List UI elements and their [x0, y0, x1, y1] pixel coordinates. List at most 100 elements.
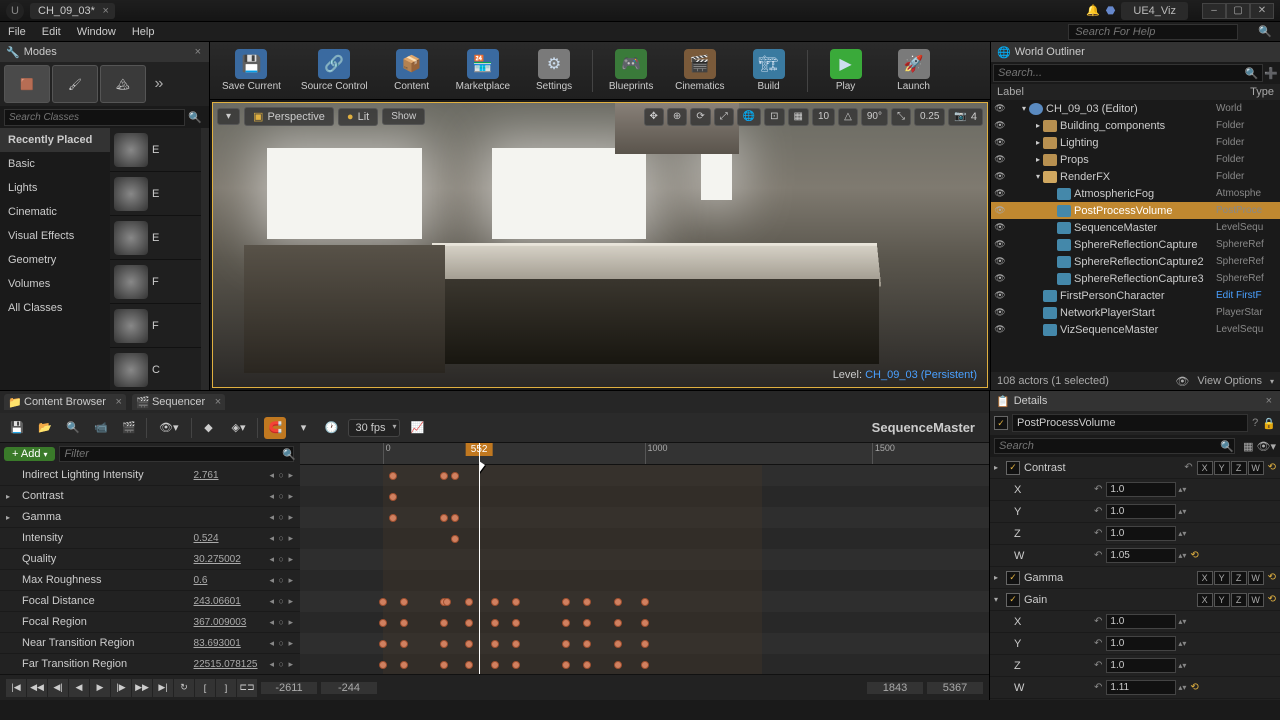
visibility-icon[interactable]: 👁: [993, 137, 1007, 148]
world-local-button[interactable]: 🌐: [737, 108, 761, 126]
axis-buttons[interactable]: XYZW: [1197, 571, 1264, 585]
track-value[interactable]: 30.275002: [194, 554, 264, 565]
offset-property[interactable]: ▸ ✓ Offset XYZW: [990, 699, 1280, 700]
sequencer-track[interactable]: Focal Region367.009003◂ ○ ▸: [0, 612, 300, 633]
timeline-tracks[interactable]: [300, 465, 989, 674]
contrast-y-input[interactable]: [1106, 504, 1176, 519]
search-icon[interactable]: 🔍: [1220, 440, 1234, 453]
gain-y-input[interactable]: [1106, 636, 1176, 651]
build-button[interactable]: 🏗Build: [739, 47, 799, 94]
scale-button[interactable]: ⤢: [714, 108, 734, 126]
keyframe[interactable]: [562, 661, 570, 669]
source-control-button[interactable]: 🔗Source Control: [295, 47, 374, 94]
menu-file[interactable]: File: [8, 26, 26, 38]
visibility-icon[interactable]: 👁: [993, 256, 1007, 267]
fps-select[interactable]: 30 fps: [348, 419, 400, 437]
viewport[interactable]: ▾ ▣Perspective ●Lit Show ✥ ⊕ ⟳ ⤢ 🌐 ⊡ ▦ 1…: [212, 102, 988, 388]
angle-snap-button[interactable]: △: [838, 108, 858, 126]
expand-icon[interactable]: ▾: [1019, 104, 1029, 113]
render-button[interactable]: 🎬: [118, 417, 140, 439]
step-fwd-button[interactable]: ▶▶: [132, 679, 152, 697]
loop-button[interactable]: ↻: [174, 679, 194, 697]
outliner-row[interactable]: 👁▸Building_componentsFolder: [991, 117, 1280, 134]
place-actor-item[interactable]: E: [110, 128, 201, 172]
revert-icon[interactable]: ↶: [1094, 638, 1102, 649]
save-button[interactable]: 💾: [6, 417, 28, 439]
outliner-row[interactable]: 👁▾CH_09_03 (Editor)World: [991, 100, 1280, 117]
gain-property[interactable]: ▾ ✓ Gain XYZW ⟲: [990, 589, 1280, 611]
set-out-button[interactable]: ]: [216, 679, 236, 697]
add-track-button[interactable]: + Add▾: [4, 447, 55, 461]
contrast-w-input[interactable]: [1106, 548, 1176, 563]
search-icon[interactable]: 🔍: [1245, 67, 1259, 80]
details-tab[interactable]: 📋 Details ×: [990, 391, 1280, 411]
place-actor-item[interactable]: F: [110, 304, 201, 348]
keyframe[interactable]: [389, 514, 397, 522]
sequencer-track[interactable]: Quality30.275002◂ ○ ▸: [0, 549, 300, 570]
keyframe[interactable]: [641, 661, 649, 669]
outliner-row[interactable]: 👁FirstPersonCharacterEdit FirstF: [991, 287, 1280, 304]
message-icon[interactable]: ⬣: [1106, 4, 1116, 17]
track-filter-input[interactable]: [59, 446, 294, 462]
keyframe[interactable]: [400, 640, 408, 648]
menu-help[interactable]: Help: [132, 26, 155, 38]
keyframe[interactable]: [614, 661, 622, 669]
place-actor-item[interactable]: E: [110, 216, 201, 260]
marketplace-button[interactable]: 🏪Marketplace: [450, 47, 516, 94]
sequencer-tab[interactable]: 🎬Sequencer×: [132, 394, 225, 410]
search-icon[interactable]: 🔍: [185, 111, 205, 124]
close-icon[interactable]: ×: [1266, 395, 1272, 407]
settings-button[interactable]: ⚙Settings: [524, 47, 584, 94]
gain-checkbox[interactable]: ✓: [1006, 593, 1020, 607]
landscape-mode-button[interactable]: 🏔: [100, 65, 146, 103]
sequencer-track[interactable]: Far Transition Region22515.078125◂ ○ ▸: [0, 654, 300, 674]
sequencer-track[interactable]: Max Roughness0.6◂ ○ ▸: [0, 570, 300, 591]
checkbox-icon[interactable]: ✓: [994, 416, 1008, 430]
rotate-button[interactable]: ⟳: [690, 108, 710, 126]
contrast-property[interactable]: ▸ ✓ Contrast ↶ XYZW ⟲: [990, 457, 1280, 479]
range-start2-input[interactable]: -244: [321, 682, 377, 694]
keyframe[interactable]: [583, 598, 591, 606]
search-icon[interactable]: 🔍: [282, 448, 296, 461]
visibility-icon[interactable]: 👁: [993, 324, 1007, 335]
camera-button[interactable]: 📹: [90, 417, 112, 439]
keyframe[interactable]: [583, 640, 591, 648]
reset-icon[interactable]: ⟲: [1268, 572, 1276, 583]
reset-icon[interactable]: ⟲: [1190, 550, 1198, 561]
keyframe[interactable]: [379, 640, 387, 648]
keyframe-nav[interactable]: ◂ ○ ▸: [270, 575, 294, 586]
content-browser-tab[interactable]: 📁Content Browser×: [4, 394, 126, 410]
keyframe[interactable]: [451, 472, 459, 480]
gamma-property[interactable]: ▸ ✓ Gamma XYZW ⟲: [990, 567, 1280, 589]
sequencer-track[interactable]: Near Transition Region83.693001◂ ○ ▸: [0, 633, 300, 654]
contrast-checkbox[interactable]: ✓: [1006, 461, 1020, 475]
revert-icon[interactable]: ↶: [1094, 506, 1102, 517]
visibility-icon[interactable]: 👁: [993, 273, 1007, 284]
contrast-z-input[interactable]: [1106, 526, 1176, 541]
outliner-search-input[interactable]: [993, 64, 1263, 82]
playhead[interactable]: [479, 443, 480, 674]
cinematics-button[interactable]: 🎬Cinematics: [669, 47, 730, 94]
place-mode-button[interactable]: 🟫: [4, 65, 50, 103]
frame-back-button[interactable]: ◀|: [48, 679, 68, 697]
viewport-menu-button[interactable]: ▾: [217, 108, 240, 125]
matrix-icon[interactable]: ▦: [1243, 440, 1253, 453]
save-current-button[interactable]: 💾Save Current: [216, 47, 287, 94]
move-gizmo-button[interactable]: ✥: [644, 108, 664, 126]
maximize-button[interactable]: ▢: [1226, 3, 1250, 19]
category-item[interactable]: Volumes: [0, 272, 110, 296]
help-icon[interactable]: ?: [1252, 417, 1258, 429]
actor-type-label[interactable]: Edit FirstF: [1216, 290, 1278, 301]
keyframe-nav[interactable]: ◂ ○ ▸: [270, 659, 294, 670]
expand-icon[interactable]: ▸: [6, 513, 16, 522]
revert-icon[interactable]: ↶: [1094, 550, 1102, 561]
key-button[interactable]: ◆: [198, 417, 220, 439]
timeline-ruler[interactable]: 552 010001500: [300, 443, 989, 465]
browse-button[interactable]: 📂: [34, 417, 56, 439]
reset-icon[interactable]: ⟲: [1268, 462, 1276, 473]
keyframe-nav[interactable]: ◂ ○ ▸: [270, 491, 294, 502]
keyframe[interactable]: [465, 619, 473, 627]
object-name-input[interactable]: [1012, 414, 1248, 432]
revert-icon[interactable]: ↶: [1184, 462, 1192, 473]
track-value[interactable]: 22515.078125: [194, 659, 264, 670]
